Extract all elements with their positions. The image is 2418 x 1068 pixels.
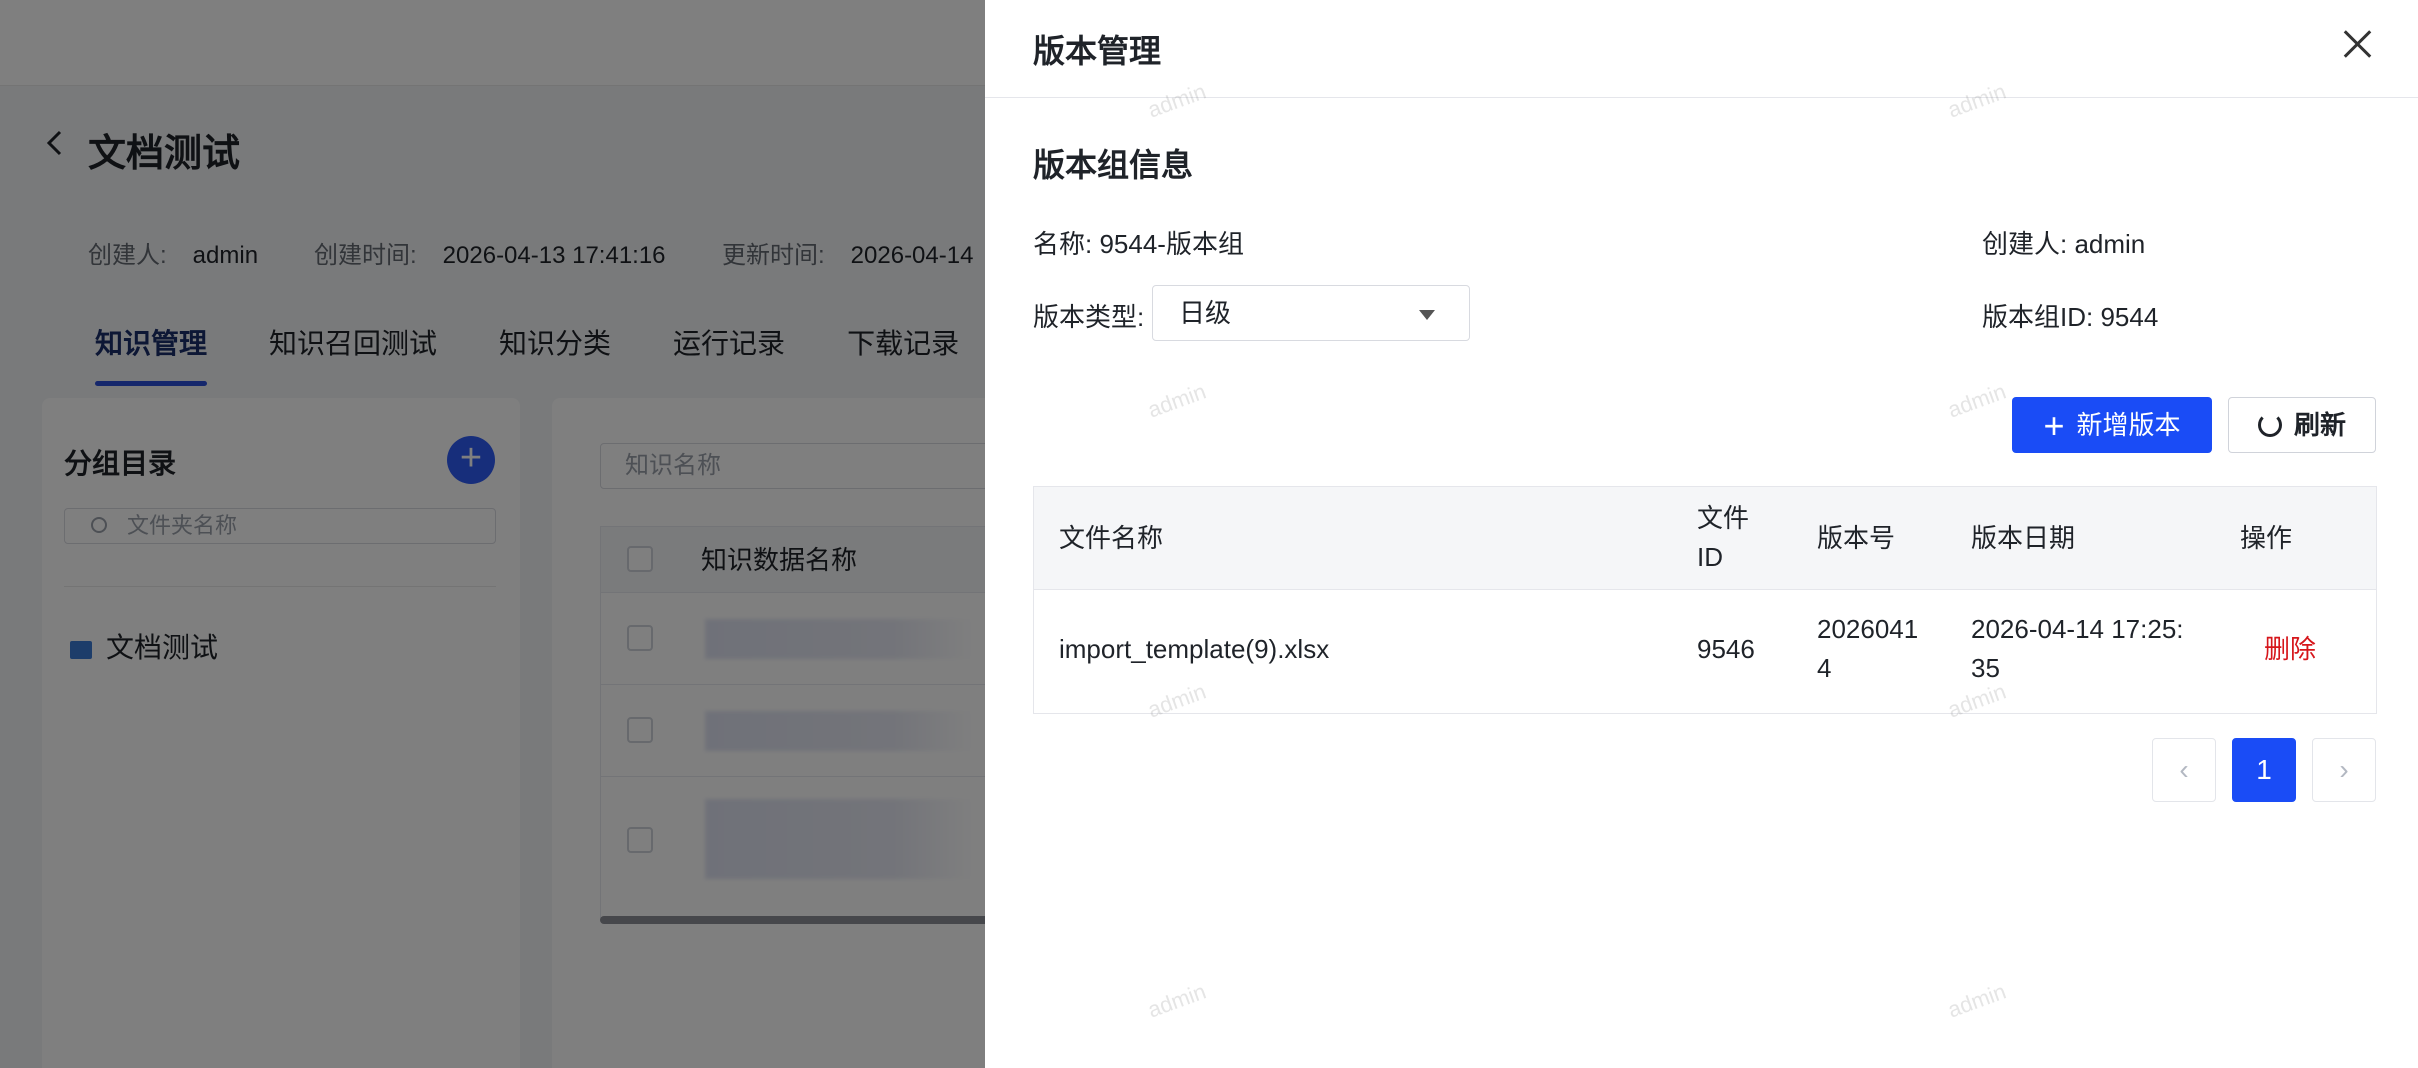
drawer-title: 版本管理 — [1033, 33, 1162, 69]
cell-version-date: 2026-04-14 17:25: 35 — [1971, 614, 2184, 683]
group-creator: 创建人: admin — [1982, 229, 2146, 259]
drawer-header: 版本管理 — [985, 0, 2418, 98]
version-management-drawer: 版本管理 版本组信息 名称: 9544-版本组 创建人: admin 版本类型:… — [985, 0, 2418, 1068]
header-version-date: 版本日期 — [1971, 523, 2076, 553]
watermark: admin — [1944, 978, 2010, 1023]
section-title: 版本组信息 — [1033, 147, 1194, 183]
caret-down-icon — [1419, 310, 1435, 320]
cell-version-no: 2026041 4 — [1817, 614, 1919, 683]
version-table: 文件名称 文件 ID 版本号 版本日期 操作 import_template(9… — [1033, 486, 2377, 714]
refresh-button[interactable]: 刷新 — [2228, 397, 2376, 453]
header-version-no: 版本号 — [1817, 523, 1896, 553]
watermark: admin — [1144, 378, 1210, 423]
watermark: admin — [1944, 378, 2010, 423]
group-id: 版本组ID: 9544 — [1982, 302, 2159, 332]
cell-file-name: import_template(9).xlsx — [1059, 634, 1330, 664]
table-header: 文件名称 文件 ID 版本号 版本日期 操作 — [1034, 487, 2376, 590]
delete-button[interactable]: 删除 — [2264, 630, 2316, 669]
cell-file-id: 9546 — [1697, 634, 1755, 664]
add-version-button[interactable]: + 新增版本 — [2012, 397, 2212, 453]
header-file-name: 文件名称 — [1059, 523, 1164, 553]
next-page-button[interactable]: › — [2312, 738, 2376, 802]
prev-page-button[interactable]: ‹ — [2152, 738, 2216, 802]
page-1-button[interactable]: 1 — [2232, 738, 2296, 802]
table-row: import_template(9).xlsx 9546 2026041 4 2… — [1034, 590, 2376, 712]
group-name: 名称: 9544-版本组 — [1033, 229, 1244, 259]
header-action: 操作 — [2240, 523, 2293, 553]
version-type-label: 版本类型: — [1033, 302, 1145, 332]
refresh-icon — [2257, 413, 2282, 437]
version-type-select[interactable]: 日级 — [1152, 285, 1470, 341]
watermark: admin — [1144, 978, 1210, 1023]
header-file-id: 文件 ID — [1697, 503, 1750, 572]
close-icon[interactable] — [2337, 24, 2377, 64]
plus-icon: + — [2043, 405, 2065, 446]
